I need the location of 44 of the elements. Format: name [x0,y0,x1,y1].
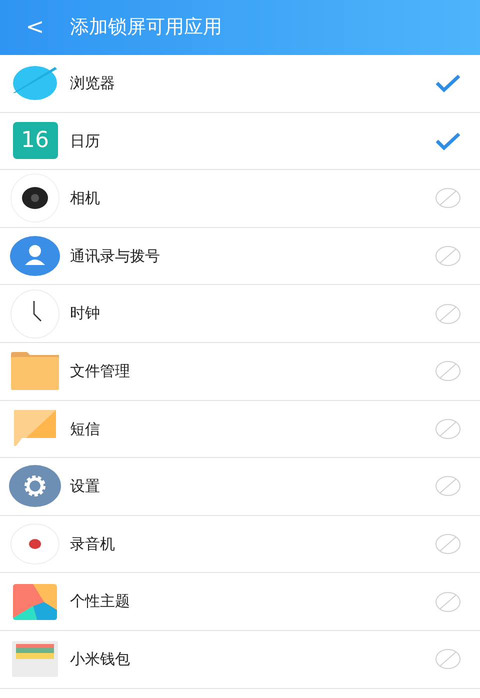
app-row[interactable]: 16 日历 [0,112,480,170]
app-row[interactable]: 短信 [0,400,480,458]
app-row[interactable]: 通讯录与拨号 [0,228,480,286]
app-name: 短信 [70,418,101,440]
check-icon[interactable] [435,130,461,151]
app-name: 相机 [70,188,101,210]
unavailable-icon[interactable] [435,533,461,556]
contact-icon [10,236,60,276]
app-name: 个性主题 [70,591,131,612]
app-row[interactable]: 时钟 [0,285,480,343]
check-icon[interactable] [435,73,461,94]
app-row[interactable]: 录音机 [0,516,480,574]
app-row[interactable]: 设置 [0,458,480,516]
app-name: 浏览器 [70,73,116,94]
app-row[interactable]: 相机 [0,170,480,228]
app-name: 文件管理 [70,361,131,382]
unavailable-icon[interactable] [435,590,461,613]
app-name: 录音机 [70,534,116,555]
unavailable-icon[interactable] [435,187,461,210]
app-row[interactable]: 小米钱包 [0,630,480,689]
calendar-icon: 16 [12,122,58,160]
app-row[interactable]: 文件管理 [0,342,480,401]
wallet-icon [12,641,58,678]
unavailable-icon[interactable] [435,360,461,382]
app-name: 小米钱包 [70,648,131,670]
unavailable-icon[interactable] [435,418,461,440]
theme-icon [13,584,57,620]
unavailable-icon[interactable] [435,302,461,325]
unavailable-icon[interactable] [435,475,461,498]
record-icon [10,523,60,566]
unavailable-icon[interactable] [435,245,461,268]
unavailable-icon[interactable] [435,648,461,670]
folder-icon [11,352,59,390]
clock-icon [10,288,60,339]
window-title: 添加锁屏可用应用 [70,15,222,40]
app-name: 日历 [70,130,101,152]
app-name: 通讯录与拨号 [70,246,161,267]
gear-icon [9,465,61,508]
camera-lens-icon [10,173,60,224]
app-row[interactable]: 浏览器 [0,55,480,113]
app-name: 时钟 [70,303,101,324]
message-icon [14,410,56,448]
app-name: 设置 [70,476,101,498]
app-row[interactable]: 个性主题 [0,573,480,631]
